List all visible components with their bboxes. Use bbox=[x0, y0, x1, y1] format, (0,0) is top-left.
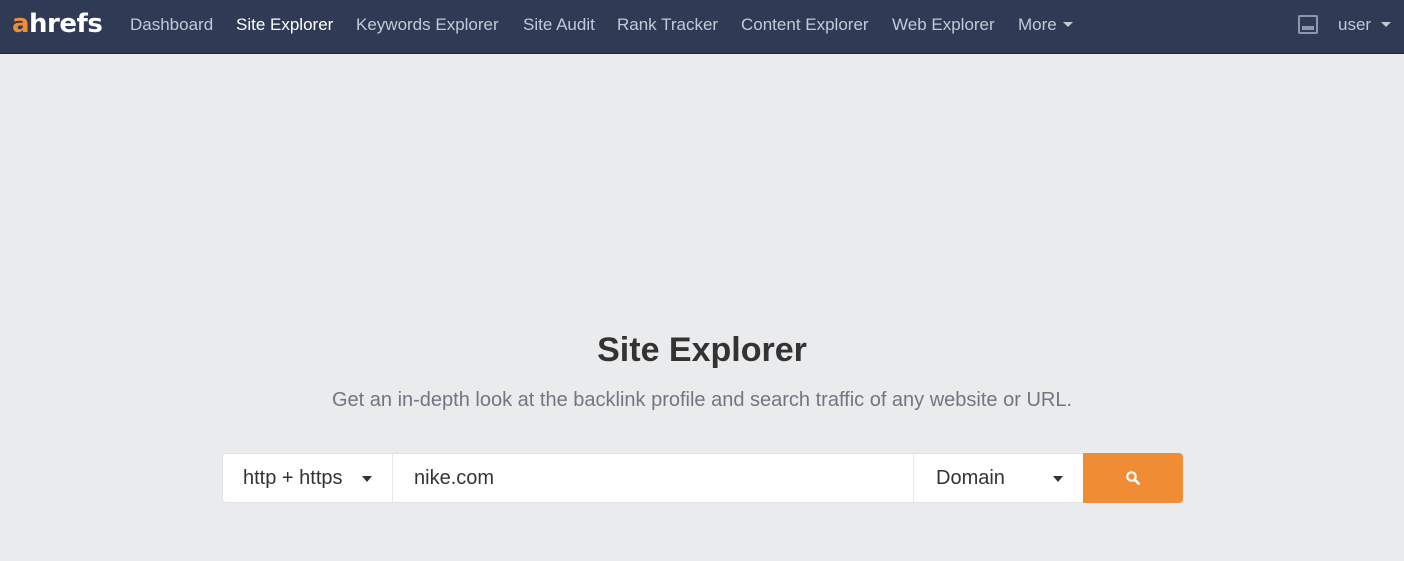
search-icon bbox=[1126, 471, 1140, 485]
page-title: Site Explorer bbox=[597, 331, 807, 369]
protocol-select[interactable]: http + https bbox=[223, 454, 393, 502]
nav-site-audit[interactable]: Site Audit bbox=[523, 13, 595, 37]
mode-select[interactable]: Domain bbox=[913, 454, 1083, 502]
top-navigation-bar: ahrefs Dashboard Site Explorer Keywords … bbox=[0, 0, 1404, 54]
chevron-down-icon bbox=[1053, 476, 1063, 482]
nav-label: Web Explorer bbox=[892, 15, 995, 34]
nav-label: Dashboard bbox=[130, 15, 214, 34]
chevron-down-icon bbox=[1062, 22, 1073, 28]
nav-dashboard[interactable]: Dashboard bbox=[130, 13, 213, 37]
search-bar: http + https Domain bbox=[222, 453, 1183, 503]
chevron-down-icon bbox=[362, 476, 372, 482]
chevron-down-icon bbox=[1381, 22, 1392, 28]
nav-label: Rank Tracker bbox=[617, 15, 719, 34]
nav-label: Keywords Explorer bbox=[356, 15, 499, 34]
search-button[interactable] bbox=[1083, 453, 1183, 503]
nav-label: Site Explorer bbox=[236, 15, 334, 34]
nav-keywords-explorer[interactable]: Keywords Explorer bbox=[356, 13, 499, 37]
nav-rank-tracker[interactable]: Rank Tracker bbox=[617, 13, 718, 37]
nav-label: Content Explorer bbox=[741, 15, 869, 34]
user-label: user bbox=[1338, 15, 1372, 34]
url-input[interactable] bbox=[393, 454, 913, 502]
nav-more-menu[interactable]: More bbox=[1018, 13, 1073, 37]
mode-value: Domain bbox=[936, 467, 1005, 489]
ahrefs-logo[interactable]: ahrefs bbox=[12, 6, 103, 42]
user-menu[interactable]: user bbox=[1338, 13, 1392, 37]
nav-label: Site Audit bbox=[523, 15, 595, 34]
nav-content-explorer[interactable]: Content Explorer bbox=[741, 13, 869, 37]
nav-label: More bbox=[1018, 15, 1057, 34]
nav-web-explorer[interactable]: Web Explorer bbox=[892, 13, 995, 37]
protocol-value: http + https bbox=[243, 467, 343, 489]
nav-site-explorer[interactable]: Site Explorer bbox=[236, 13, 333, 37]
page-subtitle: Get an in-depth look at the backlink pro… bbox=[331, 389, 1073, 411]
inbox-icon[interactable] bbox=[1298, 15, 1318, 34]
